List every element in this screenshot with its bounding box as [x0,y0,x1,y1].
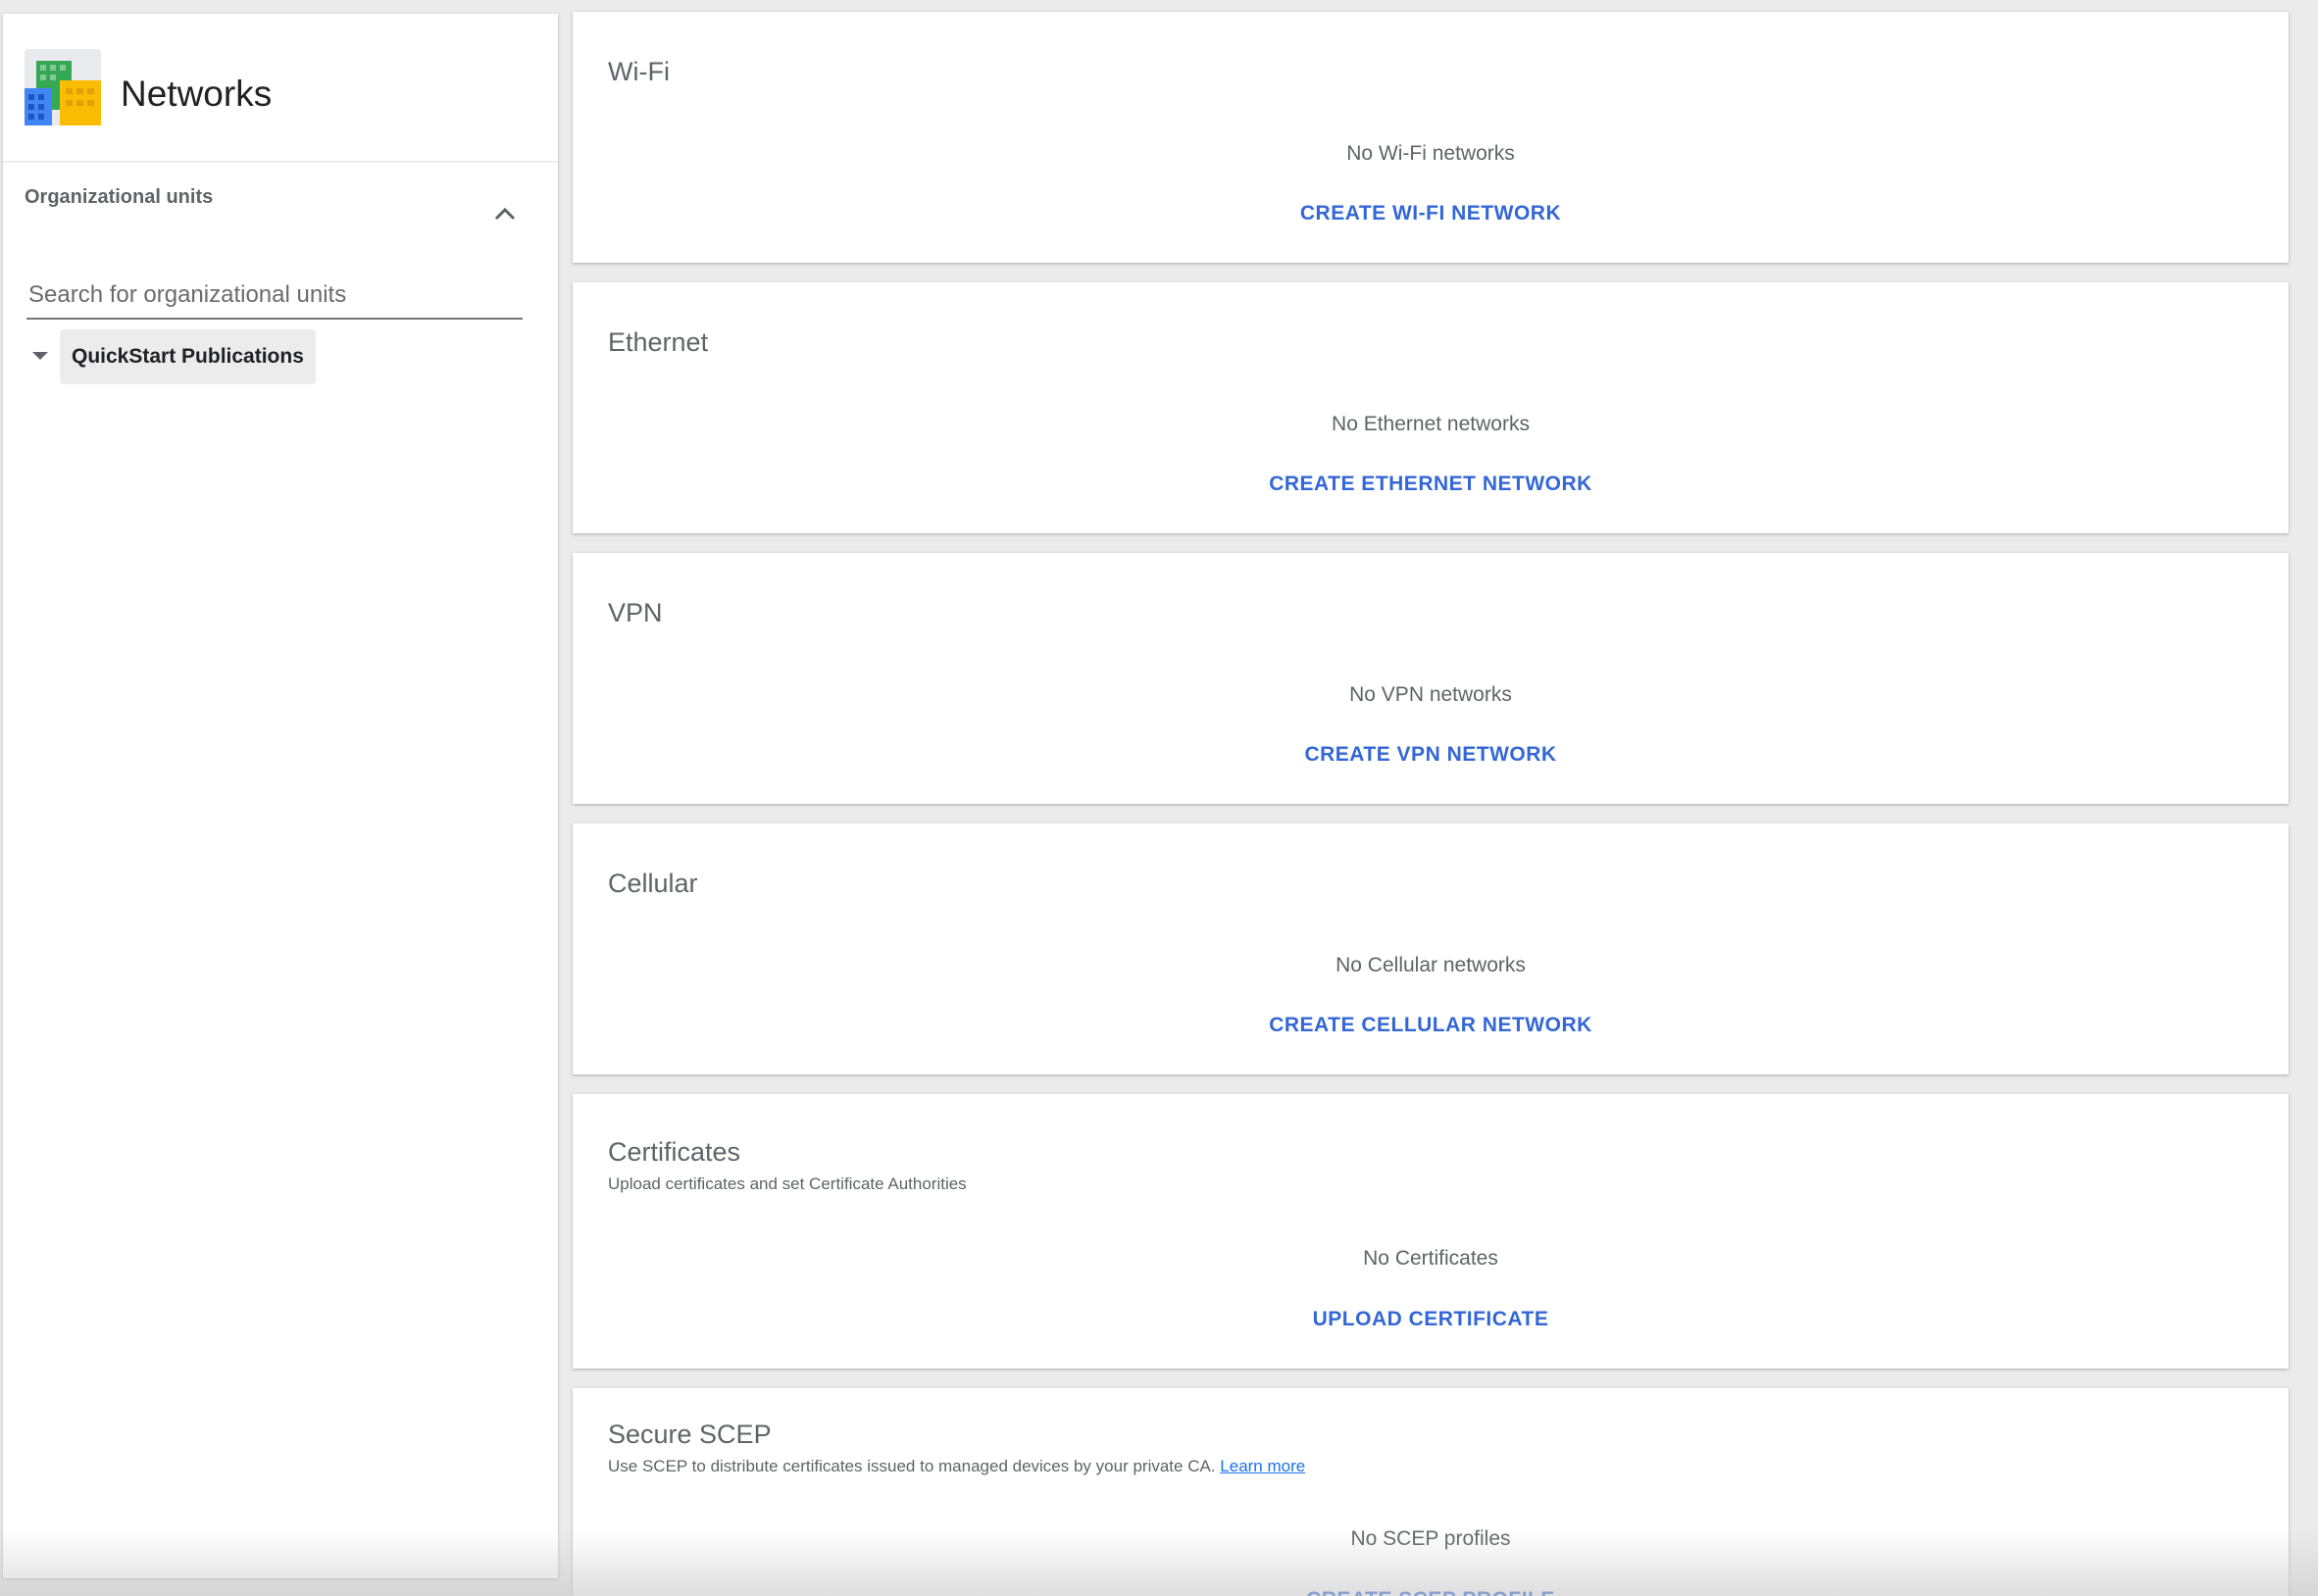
upload-certificate-button[interactable]: UPLOAD CERTIFICATE [1297,1300,1565,1339]
learn-more-link[interactable]: Learn more [1220,1457,1305,1475]
networks-page: Networks Organizational units QuickStart… [0,0,2318,1596]
caret-down-icon [31,348,49,366]
ethernet-empty-message: No Ethernet networks [1332,413,1530,435]
create-ethernet-network-button[interactable]: CREATE ETHERNET NETWORK [1253,465,1608,504]
ethernet-card-title: Ethernet [608,327,709,357]
certificates-empty-message: No Certificates [1363,1247,1498,1270]
create-vpn-network-button[interactable]: CREATE VPN NETWORK [1288,735,1572,774]
wifi-card: Wi-Fi No Wi-Fi networks CREATE WI-FI NET… [573,12,2289,263]
wifi-empty-message: No Wi-Fi networks [1346,142,1515,165]
building-icon [25,49,101,125]
scep-card: Secure SCEP Use SCEP to distribute certi… [573,1388,2289,1596]
cellular-card-title: Cellular [608,869,698,898]
page-title: Networks [121,74,273,114]
sidebar: Networks Organizational units QuickStart… [3,14,558,1578]
vpn-card: VPN No VPN networks CREATE VPN NETWORK [573,553,2289,804]
org-unit-root[interactable]: QuickStart Publications [60,329,316,384]
vpn-card-title: VPN [608,598,663,627]
create-wifi-network-button[interactable]: CREATE WI-FI NETWORK [1285,194,1577,233]
cellular-empty-message: No Cellular networks [1335,954,1526,976]
org-units-collapse-button[interactable] [485,196,525,235]
tree-expand-toggle[interactable] [26,343,54,371]
cellular-card: Cellular No Cellular networks CREATE CEL… [573,823,2289,1074]
org-units-label: Organizational units [25,186,214,208]
ethernet-card: Ethernet No Ethernet networks CREATE ETH… [573,282,2289,533]
scep-subtitle-text: Use SCEP to distribute certificates issu… [608,1457,1216,1475]
sidebar-header: Networks [3,14,558,163]
certificates-card-subtitle: Upload certificates and set Certificate … [608,1174,967,1193]
create-scep-profile-button[interactable]: CREATE SCEP PROFILE [1290,1580,1571,1596]
scep-card-title: Secure SCEP [608,1420,772,1449]
scep-card-subtitle: Use SCEP to distribute certificates issu… [608,1457,1305,1476]
org-units-search-input[interactable] [26,273,523,320]
vpn-empty-message: No VPN networks [1349,683,1512,706]
certificates-card-title: Certificates [608,1137,741,1167]
certificates-card: Certificates Upload certificates and set… [573,1094,2289,1369]
chevron-up-icon [493,206,517,226]
wifi-card-title: Wi-Fi [608,57,670,86]
scep-empty-message: No SCEP profiles [1350,1527,1511,1550]
create-cellular-network-button[interactable]: CREATE CELLULAR NETWORK [1253,1006,1608,1045]
